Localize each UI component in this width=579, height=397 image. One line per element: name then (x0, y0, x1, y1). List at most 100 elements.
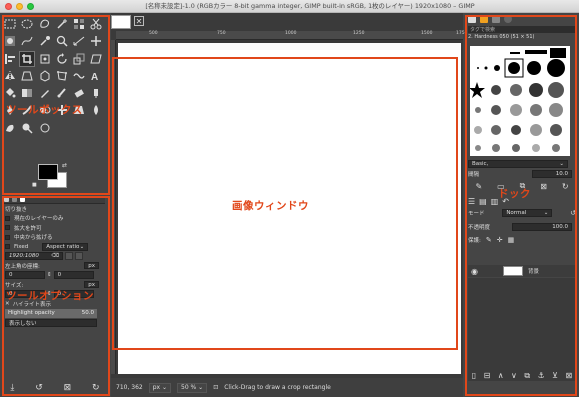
guides-select[interactable]: 表示しない (5, 318, 97, 327)
tool-dodge-burn-button[interactable] (19, 120, 35, 136)
save-options-icon[interactable]: ⤓ (10, 383, 14, 393)
tool-text-button[interactable]: A (88, 68, 104, 84)
clear-icon[interactable]: ⌫ (51, 253, 59, 259)
layer-list[interactable] (468, 278, 576, 381)
position-spin-icon[interactable]: ⇕ (47, 272, 52, 278)
position-unit-select[interactable]: px (84, 262, 99, 270)
spacing-input[interactable]: 10.0 (532, 170, 572, 178)
close-window-button[interactable] (5, 3, 12, 10)
restore-options-icon[interactable]: ↺ (35, 383, 43, 393)
minimize-window-button[interactable] (16, 3, 23, 10)
zoom-window-button[interactable] (27, 3, 34, 10)
landscape-button[interactable] (75, 252, 83, 261)
tool-zoom-button[interactable] (54, 33, 70, 49)
reset-mode-icon[interactable]: ↺ (570, 209, 576, 217)
highlight-opacity-slider[interactable]: Highlight opacity 50.0 (5, 308, 97, 318)
tool-blur-button[interactable] (88, 102, 104, 118)
close-image-icon[interactable]: ✕ (134, 16, 144, 26)
fixed-checkbox[interactable] (5, 244, 10, 250)
position-x-input[interactable]: 0 (5, 271, 45, 280)
brush-grid[interactable] (469, 46, 570, 156)
tool-rect-select-button[interactable] (2, 16, 18, 32)
undo-history-tab-icon[interactable] (20, 197, 25, 202)
tool-free-select-button[interactable] (37, 16, 53, 32)
current-layer-only-checkbox[interactable] (5, 215, 10, 221)
foreground-color-swatch[interactable] (38, 164, 58, 180)
layer-mode-select[interactable]: Normal ⌄ (502, 209, 553, 217)
channels-tab-icon[interactable]: ▤ (479, 197, 487, 206)
tool-shear-button[interactable] (88, 51, 104, 67)
delete-brush-icon[interactable]: ⊠ (540, 182, 547, 191)
lower-layer-icon[interactable]: ∨ (511, 371, 517, 381)
image-tab[interactable] (111, 15, 131, 29)
tool-perspective-button[interactable] (19, 68, 35, 84)
tool-ellipse-select-button[interactable] (19, 16, 35, 32)
tool-3d-transform-button[interactable] (37, 68, 53, 84)
layers-tab-icon[interactable]: ☰ (468, 197, 475, 206)
reset-options-icon[interactable]: ↻ (92, 383, 100, 393)
tool-fuzzy-select-button[interactable] (54, 16, 70, 32)
current-layer-only-option[interactable]: 現在のレイヤーのみ (2, 214, 105, 224)
expand-from-center-checkbox[interactable] (5, 234, 10, 240)
layer-opacity-input[interactable]: 100.0 (512, 223, 572, 231)
tool-airbrush-button[interactable] (88, 85, 104, 101)
fixed-mode-select[interactable]: Aspect ratio ⌄ (42, 242, 89, 251)
allow-growing-checkbox[interactable] (5, 225, 10, 231)
lock-pixels-icon[interactable]: ✎ (486, 236, 492, 244)
brushes-tab-icon[interactable] (468, 15, 476, 23)
tool-smudge-button[interactable] (2, 120, 18, 136)
portrait-button[interactable] (65, 252, 73, 261)
tool-gradient-button[interactable] (19, 85, 35, 101)
tool-warp-button[interactable] (71, 68, 87, 84)
position-y-input[interactable]: 0 (53, 271, 94, 280)
tool-crop-button[interactable] (19, 50, 36, 67)
swap-colors-icon[interactable]: ⇄ (62, 162, 67, 169)
tool-foreground-select-button[interactable] (2, 33, 18, 49)
new-layer-icon[interactable]: ▯ (472, 371, 476, 381)
tool-align-button[interactable] (2, 51, 18, 67)
lock-alpha-icon[interactable]: ▦ (508, 236, 515, 244)
tool-extra-1-button[interactable] (54, 120, 70, 136)
layer-name[interactable]: 背景 (528, 267, 539, 275)
tool-move-button[interactable] (88, 33, 104, 49)
delete-options-icon[interactable]: ⊠ (64, 383, 72, 393)
help-tab-icon[interactable] (504, 15, 512, 23)
raise-layer-icon[interactable]: ∧ (498, 371, 504, 381)
tool-scissors-button[interactable] (88, 16, 104, 32)
default-colors-icon[interactable]: ■ (32, 182, 37, 188)
tool-bucket-fill-button[interactable] (2, 85, 18, 101)
fonts-tab-icon[interactable] (492, 15, 500, 23)
tool-extra-3-button[interactable] (88, 120, 104, 136)
horizontal-ruler[interactable]: 500 750 1000 1250 1500 1750 (116, 31, 467, 40)
brush-thumbnails[interactable] (469, 46, 570, 156)
tool-paintbrush-button[interactable] (54, 85, 70, 101)
tool-extra-2-button[interactable] (71, 120, 87, 136)
tool-rotate-button[interactable] (54, 51, 70, 67)
unit-select[interactable]: px ⌄ (148, 382, 172, 393)
tool-measure-button[interactable] (71, 33, 87, 49)
brush-preset-select[interactable]: Basic, ⌄ (468, 160, 568, 168)
zoom-select[interactable]: 50 % ⌄ (177, 382, 208, 393)
tool-gegl-button[interactable] (37, 120, 53, 136)
expand-from-center-option[interactable]: 中央から拡げる (2, 233, 105, 243)
tool-eraser-button[interactable] (71, 85, 87, 101)
ratio-input[interactable]: 1920:1080 ⌫ (5, 252, 63, 261)
allow-growing-option[interactable]: 拡大を許可 (2, 223, 105, 233)
visibility-eye-icon[interactable]: ◉ (471, 267, 478, 276)
merge-layer-icon[interactable]: ⊻ (552, 371, 558, 381)
layer-item[interactable]: ◉ 背景 (468, 265, 576, 277)
tool-select-by-color-button[interactable] (71, 16, 87, 32)
anchor-layer-icon[interactable]: ⚓ (538, 371, 545, 381)
vertical-ruler[interactable] (111, 40, 116, 374)
tool-unified-transform-button[interactable] (37, 51, 53, 67)
patterns-tab-icon[interactable] (480, 15, 488, 23)
tool-pencil-button[interactable] (37, 85, 53, 101)
device-status-tab-icon[interactable] (12, 197, 17, 202)
tool-flip-button[interactable] (2, 68, 18, 84)
tool-color-picker-button[interactable] (37, 33, 53, 49)
edit-brush-icon[interactable]: ✎ (475, 182, 482, 191)
tool-scale-button[interactable] (71, 51, 87, 67)
brush-tag-filter[interactable]: タグで検索 (468, 26, 576, 33)
tool-cage-button[interactable] (54, 68, 70, 84)
tool-paths-button[interactable] (19, 33, 35, 49)
